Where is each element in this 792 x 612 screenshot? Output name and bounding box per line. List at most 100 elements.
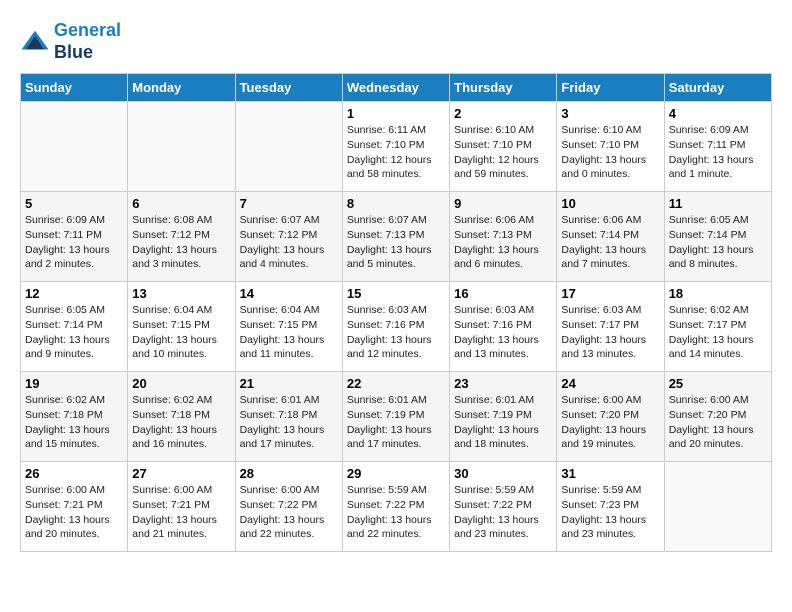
calendar-cell: 19 Sunrise: 6:02 AMSunset: 7:18 PMDaylig… xyxy=(21,372,128,462)
calendar-cell: 30 Sunrise: 5:59 AMSunset: 7:22 PMDaylig… xyxy=(450,462,557,552)
day-info: Sunrise: 6:03 AMSunset: 7:16 PMDaylight:… xyxy=(347,303,445,362)
calendar-cell: 25 Sunrise: 6:00 AMSunset: 7:20 PMDaylig… xyxy=(664,372,771,462)
day-number: 14 xyxy=(240,286,338,301)
calendar-cell: 23 Sunrise: 6:01 AMSunset: 7:19 PMDaylig… xyxy=(450,372,557,462)
day-number: 7 xyxy=(240,196,338,211)
calendar-cell xyxy=(128,102,235,192)
calendar-cell: 16 Sunrise: 6:03 AMSunset: 7:16 PMDaylig… xyxy=(450,282,557,372)
calendar-cell: 28 Sunrise: 6:00 AMSunset: 7:22 PMDaylig… xyxy=(235,462,342,552)
calendar-cell: 12 Sunrise: 6:05 AMSunset: 7:14 PMDaylig… xyxy=(21,282,128,372)
day-number: 22 xyxy=(347,376,445,391)
day-info: Sunrise: 6:07 AMSunset: 7:12 PMDaylight:… xyxy=(240,213,338,272)
day-info: Sunrise: 6:01 AMSunset: 7:19 PMDaylight:… xyxy=(347,393,445,452)
calendar-cell: 5 Sunrise: 6:09 AMSunset: 7:11 PMDayligh… xyxy=(21,192,128,282)
day-info: Sunrise: 6:00 AMSunset: 7:20 PMDaylight:… xyxy=(669,393,767,452)
day-number: 1 xyxy=(347,106,445,121)
calendar-cell: 11 Sunrise: 6:05 AMSunset: 7:14 PMDaylig… xyxy=(664,192,771,282)
calendar-table: SundayMondayTuesdayWednesdayThursdayFrid… xyxy=(20,73,772,552)
calendar-cell: 15 Sunrise: 6:03 AMSunset: 7:16 PMDaylig… xyxy=(342,282,449,372)
day-info: Sunrise: 6:02 AMSunset: 7:18 PMDaylight:… xyxy=(25,393,123,452)
day-info: Sunrise: 6:05 AMSunset: 7:14 PMDaylight:… xyxy=(669,213,767,272)
calendar-week-2: 5 Sunrise: 6:09 AMSunset: 7:11 PMDayligh… xyxy=(21,192,772,282)
day-info: Sunrise: 6:07 AMSunset: 7:13 PMDaylight:… xyxy=(347,213,445,272)
calendar-cell xyxy=(235,102,342,192)
calendar-week-1: 1 Sunrise: 6:11 AMSunset: 7:10 PMDayligh… xyxy=(21,102,772,192)
page-header: General Blue xyxy=(20,20,772,63)
calendar-week-4: 19 Sunrise: 6:02 AMSunset: 7:18 PMDaylig… xyxy=(21,372,772,462)
day-info: Sunrise: 6:01 AMSunset: 7:19 PMDaylight:… xyxy=(454,393,552,452)
day-number: 8 xyxy=(347,196,445,211)
day-number: 15 xyxy=(347,286,445,301)
day-info: Sunrise: 6:05 AMSunset: 7:14 PMDaylight:… xyxy=(25,303,123,362)
calendar-cell: 13 Sunrise: 6:04 AMSunset: 7:15 PMDaylig… xyxy=(128,282,235,372)
day-info: Sunrise: 6:08 AMSunset: 7:12 PMDaylight:… xyxy=(132,213,230,272)
day-info: Sunrise: 6:09 AMSunset: 7:11 PMDaylight:… xyxy=(669,123,767,182)
day-info: Sunrise: 6:09 AMSunset: 7:11 PMDaylight:… xyxy=(25,213,123,272)
day-number: 28 xyxy=(240,466,338,481)
calendar-cell: 29 Sunrise: 5:59 AMSunset: 7:22 PMDaylig… xyxy=(342,462,449,552)
calendar-cell: 7 Sunrise: 6:07 AMSunset: 7:12 PMDayligh… xyxy=(235,192,342,282)
calendar-cell: 3 Sunrise: 6:10 AMSunset: 7:10 PMDayligh… xyxy=(557,102,664,192)
calendar-cell: 21 Sunrise: 6:01 AMSunset: 7:18 PMDaylig… xyxy=(235,372,342,462)
logo: General Blue xyxy=(20,20,121,63)
day-number: 11 xyxy=(669,196,767,211)
day-info: Sunrise: 6:00 AMSunset: 7:21 PMDaylight:… xyxy=(132,483,230,542)
day-number: 6 xyxy=(132,196,230,211)
weekday-header-sunday: Sunday xyxy=(21,74,128,102)
day-number: 13 xyxy=(132,286,230,301)
day-info: Sunrise: 6:10 AMSunset: 7:10 PMDaylight:… xyxy=(454,123,552,182)
calendar-cell: 27 Sunrise: 6:00 AMSunset: 7:21 PMDaylig… xyxy=(128,462,235,552)
day-number: 18 xyxy=(669,286,767,301)
day-number: 10 xyxy=(561,196,659,211)
calendar-cell: 1 Sunrise: 6:11 AMSunset: 7:10 PMDayligh… xyxy=(342,102,449,192)
day-info: Sunrise: 5:59 AMSunset: 7:22 PMDaylight:… xyxy=(347,483,445,542)
day-info: Sunrise: 6:04 AMSunset: 7:15 PMDaylight:… xyxy=(240,303,338,362)
calendar-cell: 20 Sunrise: 6:02 AMSunset: 7:18 PMDaylig… xyxy=(128,372,235,462)
calendar-cell: 4 Sunrise: 6:09 AMSunset: 7:11 PMDayligh… xyxy=(664,102,771,192)
day-info: Sunrise: 6:03 AMSunset: 7:17 PMDaylight:… xyxy=(561,303,659,362)
day-number: 2 xyxy=(454,106,552,121)
calendar-cell: 9 Sunrise: 6:06 AMSunset: 7:13 PMDayligh… xyxy=(450,192,557,282)
day-number: 29 xyxy=(347,466,445,481)
calendar-week-5: 26 Sunrise: 6:00 AMSunset: 7:21 PMDaylig… xyxy=(21,462,772,552)
weekday-header-row: SundayMondayTuesdayWednesdayThursdayFrid… xyxy=(21,74,772,102)
calendar-cell: 17 Sunrise: 6:03 AMSunset: 7:17 PMDaylig… xyxy=(557,282,664,372)
day-number: 9 xyxy=(454,196,552,211)
day-info: Sunrise: 6:00 AMSunset: 7:21 PMDaylight:… xyxy=(25,483,123,542)
day-info: Sunrise: 6:06 AMSunset: 7:14 PMDaylight:… xyxy=(561,213,659,272)
day-number: 4 xyxy=(669,106,767,121)
day-number: 30 xyxy=(454,466,552,481)
day-number: 23 xyxy=(454,376,552,391)
day-number: 16 xyxy=(454,286,552,301)
calendar-cell: 8 Sunrise: 6:07 AMSunset: 7:13 PMDayligh… xyxy=(342,192,449,282)
weekday-header-saturday: Saturday xyxy=(664,74,771,102)
calendar-cell: 31 Sunrise: 5:59 AMSunset: 7:23 PMDaylig… xyxy=(557,462,664,552)
weekday-header-tuesday: Tuesday xyxy=(235,74,342,102)
day-number: 26 xyxy=(25,466,123,481)
day-number: 17 xyxy=(561,286,659,301)
logo-icon xyxy=(20,27,50,57)
calendar-cell: 10 Sunrise: 6:06 AMSunset: 7:14 PMDaylig… xyxy=(557,192,664,282)
day-info: Sunrise: 6:11 AMSunset: 7:10 PMDaylight:… xyxy=(347,123,445,182)
calendar-cell xyxy=(664,462,771,552)
calendar-cell xyxy=(21,102,128,192)
calendar-cell: 14 Sunrise: 6:04 AMSunset: 7:15 PMDaylig… xyxy=(235,282,342,372)
weekday-header-thursday: Thursday xyxy=(450,74,557,102)
calendar-cell: 6 Sunrise: 6:08 AMSunset: 7:12 PMDayligh… xyxy=(128,192,235,282)
calendar-cell: 18 Sunrise: 6:02 AMSunset: 7:17 PMDaylig… xyxy=(664,282,771,372)
day-number: 24 xyxy=(561,376,659,391)
day-number: 19 xyxy=(25,376,123,391)
day-info: Sunrise: 5:59 AMSunset: 7:22 PMDaylight:… xyxy=(454,483,552,542)
day-number: 31 xyxy=(561,466,659,481)
day-info: Sunrise: 6:02 AMSunset: 7:17 PMDaylight:… xyxy=(669,303,767,362)
day-number: 20 xyxy=(132,376,230,391)
logo-text: General Blue xyxy=(54,20,121,63)
day-number: 12 xyxy=(25,286,123,301)
day-number: 3 xyxy=(561,106,659,121)
weekday-header-wednesday: Wednesday xyxy=(342,74,449,102)
day-info: Sunrise: 6:10 AMSunset: 7:10 PMDaylight:… xyxy=(561,123,659,182)
weekday-header-monday: Monday xyxy=(128,74,235,102)
day-info: Sunrise: 6:03 AMSunset: 7:16 PMDaylight:… xyxy=(454,303,552,362)
day-number: 25 xyxy=(669,376,767,391)
calendar-cell: 22 Sunrise: 6:01 AMSunset: 7:19 PMDaylig… xyxy=(342,372,449,462)
